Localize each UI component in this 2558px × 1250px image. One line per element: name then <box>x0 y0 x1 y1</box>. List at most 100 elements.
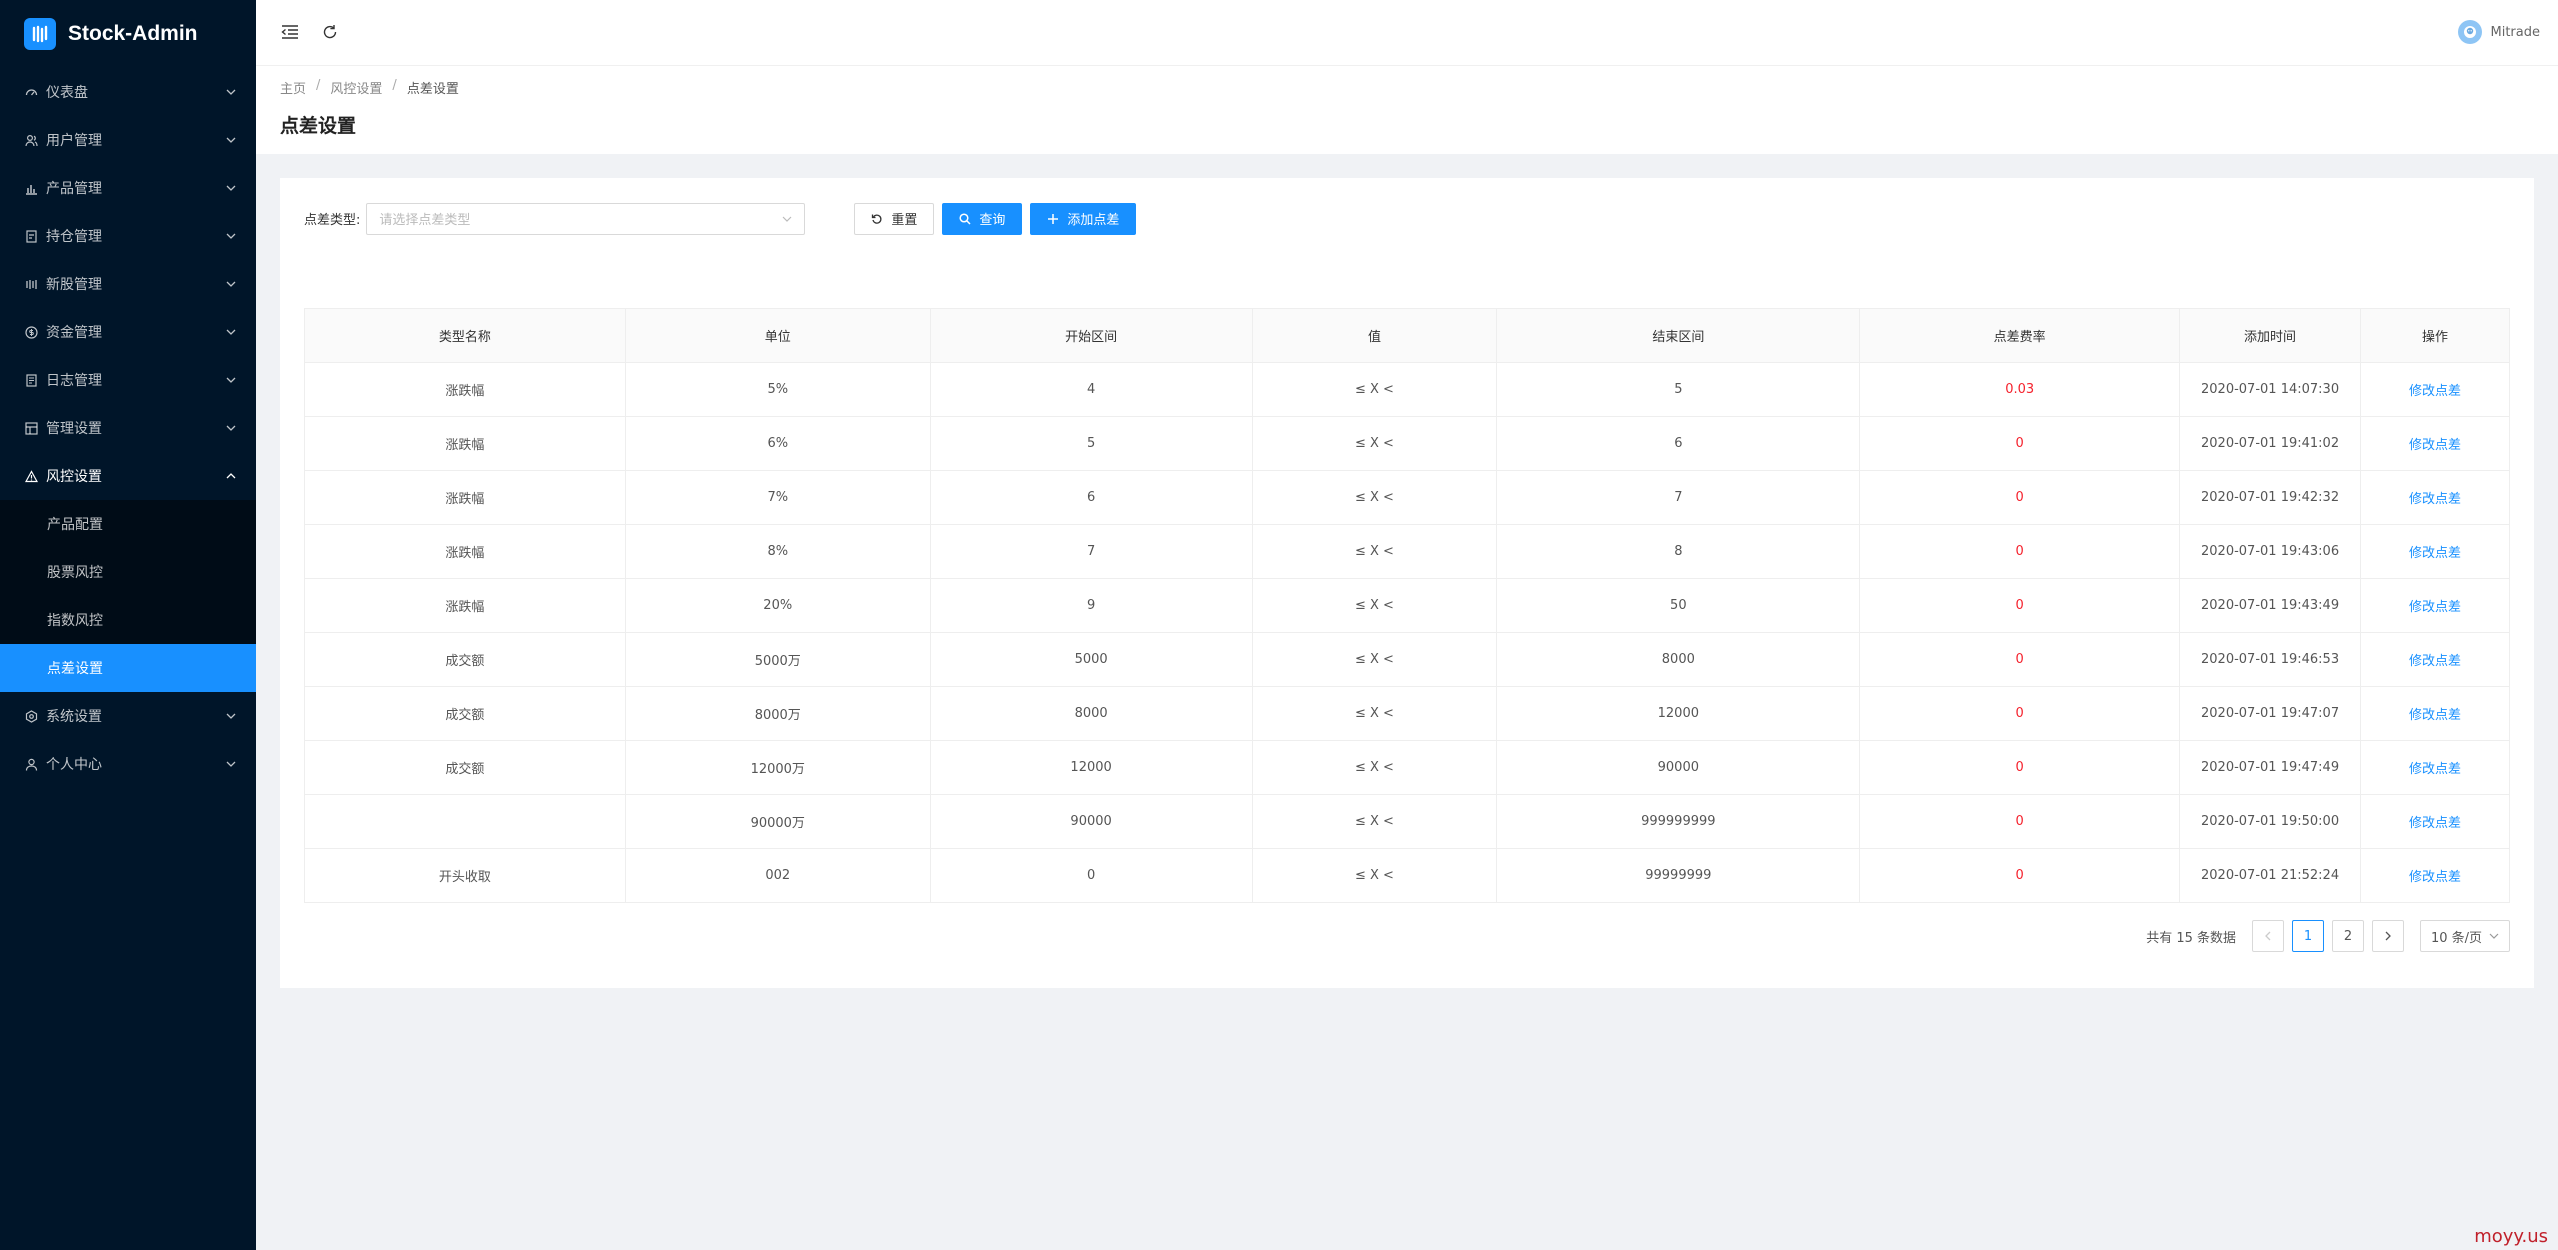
next-page-button[interactable] <box>2372 920 2404 952</box>
breadcrumb: 主页 / 风控设置 / 点差设置 <box>280 78 2534 97</box>
page-button-2[interactable]: 2 <box>2332 920 2364 952</box>
settings-icon <box>24 709 38 723</box>
cell-type: 涨跌幅 <box>304 362 626 417</box>
cell-type: 涨跌幅 <box>304 524 626 579</box>
cell-rate: 0 <box>1859 524 2181 579</box>
dashboard-icon <box>24 85 38 99</box>
menu-label: 日志管理 <box>46 373 102 389</box>
edit-spread-link[interactable]: 修改点差 <box>2409 600 2461 615</box>
edit-spread-link[interactable]: 修改点差 <box>2409 384 2461 399</box>
menu-item-admin[interactable]: 管理设置 <box>0 404 256 452</box>
cell-time: 2020-07-01 19:50:00 <box>2179 794 2362 849</box>
users-icon <box>24 133 38 147</box>
risk-submenu: 产品配置 股票风控 指数风控 点差设置 <box>0 500 256 692</box>
menu-label: 产品管理 <box>46 181 102 197</box>
money-icon <box>24 325 38 339</box>
edit-spread-link[interactable]: 修改点差 <box>2409 762 2461 777</box>
menu-item-profile[interactable]: 个人中心 <box>0 740 256 788</box>
chevron-down-icon <box>224 277 238 291</box>
edit-spread-link[interactable]: 修改点差 <box>2409 708 2461 723</box>
menu-item-users[interactable]: 用户管理 <box>0 116 256 164</box>
menu-label: 用户管理 <box>46 133 102 149</box>
page-button-1[interactable]: 1 <box>2292 920 2324 952</box>
submenu-item-product-config[interactable]: 产品配置 <box>0 500 256 548</box>
chevron-down-icon <box>224 421 238 435</box>
submenu-item-index-risk[interactable]: 指数风控 <box>0 596 256 644</box>
col-header-end: 结束区间 <box>1496 308 1861 363</box>
cell-end: 50 <box>1496 578 1861 633</box>
logo-icon <box>24 18 56 50</box>
menu-item-positions[interactable]: 持仓管理 <box>0 212 256 260</box>
col-header-rate: 点差费率 <box>1859 308 2181 363</box>
spread-type-select[interactable]: 请选择点差类型 <box>366 202 806 235</box>
submenu-item-stock-risk[interactable]: 股票风控 <box>0 548 256 596</box>
cell-value: ≤ X < <box>1251 362 1498 417</box>
username: Mitrade <box>2490 24 2541 40</box>
cell-action: 修改点差 <box>2360 848 2510 903</box>
table-row: 涨跌幅 20% 9 ≤ X <50 0 2020-07-01 19:43:49 修改点差 <box>304 578 2510 633</box>
app-title: Stock-Admin <box>68 22 198 45</box>
menu-fold-icon[interactable] <box>278 20 302 44</box>
edit-spread-link[interactable]: 修改点差 <box>2409 816 2461 831</box>
cell-time: 2020-07-01 19:46:53 <box>2179 632 2362 687</box>
chevron-down-icon <box>224 85 238 99</box>
page-header: 主页 / 风控设置 / 点差设置 点差设置 <box>256 66 2558 154</box>
cell-type: 成交额 <box>304 632 626 687</box>
cell-end: 6 <box>1496 416 1861 471</box>
cell-end: 5 <box>1496 362 1861 417</box>
submenu-item-spread-settings[interactable]: 点差设置 <box>0 644 256 692</box>
menu-item-system[interactable]: 系统设置 <box>0 692 256 740</box>
page-size-select[interactable]: 10 条/页 <box>2420 920 2510 952</box>
cell-end: 12000 <box>1496 686 1861 741</box>
user-icon <box>24 757 38 771</box>
cell-rate: 0 <box>1859 470 2181 525</box>
menu-item-dashboard[interactable]: 仪表盘 <box>0 68 256 116</box>
cell-action: 修改点差 <box>2360 578 2510 633</box>
logo[interactable]: Stock-Admin <box>0 0 256 68</box>
menu-item-funds[interactable]: 资金管理 <box>0 308 256 356</box>
reload-icon[interactable] <box>318 20 342 44</box>
cell-rate: 0 <box>1859 632 2181 687</box>
cell-start: 8000 <box>929 686 1253 741</box>
cell-end: 8 <box>1496 524 1861 579</box>
table-row: 成交额 5000万 5000 ≤ X <8000 0 2020-07-01 19:46:5… <box>304 632 2510 687</box>
admin-icon <box>24 421 38 435</box>
edit-spread-link[interactable]: 修改点差 <box>2409 654 2461 669</box>
menu-item-products[interactable]: 产品管理 <box>0 164 256 212</box>
menu-item-ipo[interactable]: 新股管理 <box>0 260 256 308</box>
cell-time: 2020-07-01 19:43:49 <box>2179 578 2362 633</box>
cell-time: 2020-07-01 19:41:02 <box>2179 416 2362 471</box>
chart-icon <box>24 181 38 195</box>
chevron-down-icon <box>224 709 238 723</box>
cell-action: 修改点差 <box>2360 362 2510 417</box>
table-row: 涨跌幅 5% 4 ≤ X <5 0.03 2020-07-01 14:07:30 修改点差 <box>304 362 2510 417</box>
edit-spread-link[interactable]: 修改点差 <box>2409 546 2461 561</box>
search-label: 查询 <box>979 213 1006 228</box>
cell-type: 涨跌幅 <box>304 578 626 633</box>
breadcrumb-home[interactable]: 主页 <box>280 78 306 97</box>
cell-end: 999999999 <box>1496 794 1861 849</box>
edit-spread-link[interactable]: 修改点差 <box>2409 438 2461 453</box>
log-icon <box>24 373 38 387</box>
cell-value: ≤ X < <box>1251 794 1498 849</box>
edit-spread-link[interactable]: 修改点差 <box>2409 870 2461 885</box>
menu-item-risk[interactable]: 风控设置 <box>0 452 256 500</box>
cell-value: ≤ X < <box>1251 848 1498 903</box>
col-header-action: 操作 <box>2360 308 2510 363</box>
menu-label: 管理设置 <box>46 421 102 437</box>
table-row: 涨跌幅 8% 7 ≤ X <8 0 2020-07-01 19:43:06 修改点差 <box>304 524 2510 579</box>
search-button[interactable]: 查询 <box>942 202 1023 235</box>
chevron-down-icon <box>224 133 238 147</box>
cell-rate: 0 <box>1859 416 2181 471</box>
breadcrumb-parent[interactable]: 风控设置 <box>330 78 382 97</box>
edit-spread-link[interactable]: 修改点差 <box>2409 492 2461 507</box>
reset-button[interactable]: 重置 <box>854 202 935 235</box>
prev-page-button[interactable] <box>2252 920 2284 952</box>
add-spread-button[interactable]: 添加点差 <box>1030 202 1137 235</box>
cell-time: 2020-07-01 21:52:24 <box>2179 848 2362 903</box>
menu-item-logs[interactable]: 日志管理 <box>0 356 256 404</box>
pagination: 共有 15 条数据 1 2 10 条/页 <box>304 920 2510 952</box>
cell-type: 开头收取 <box>304 848 626 903</box>
add-spread-label: 添加点差 <box>1067 213 1120 228</box>
user-menu[interactable]: Mitrade <box>2457 20 2541 44</box>
